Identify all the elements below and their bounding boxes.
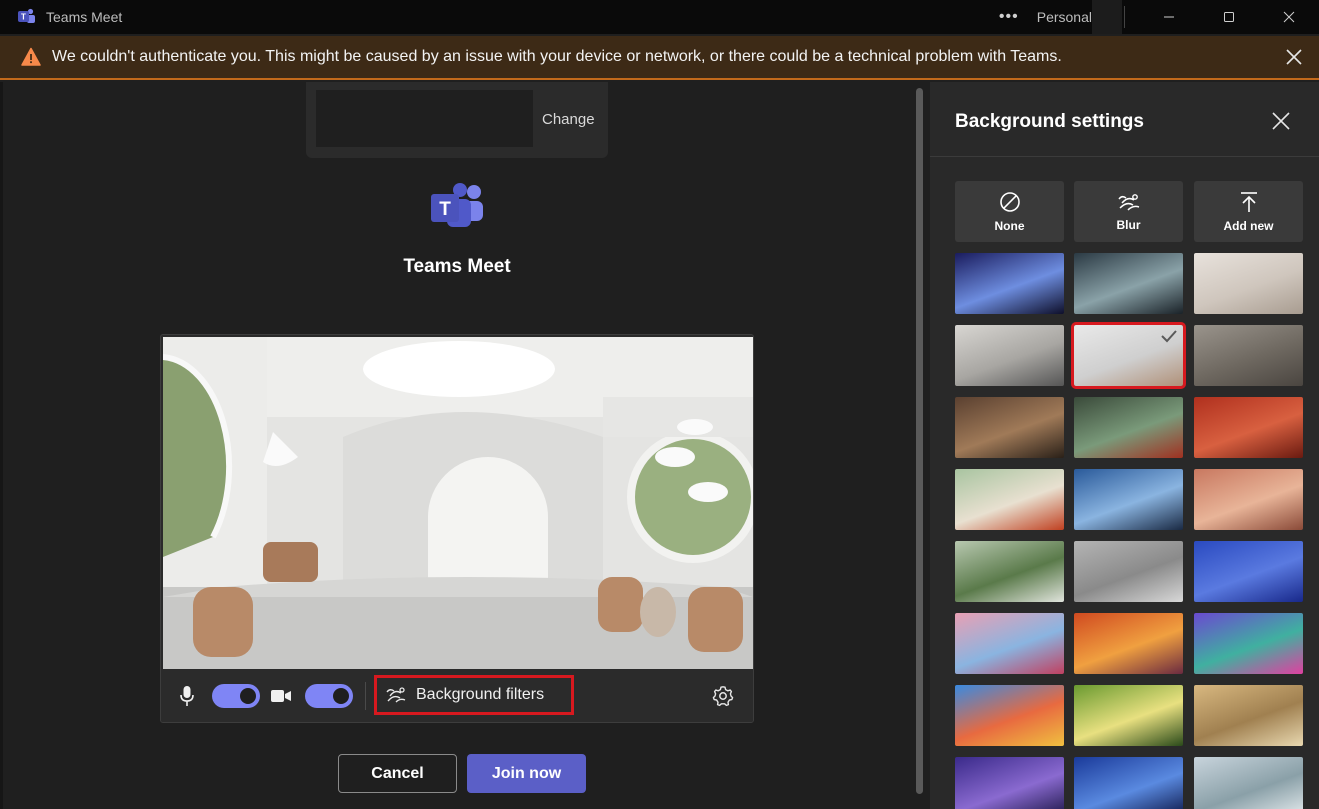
microphone-icon (180, 686, 194, 706)
minimize-button[interactable] (1139, 0, 1199, 34)
join-now-button[interactable]: Join now (467, 754, 586, 793)
upload-icon (1240, 191, 1257, 212)
option-label: Blur (1116, 217, 1141, 232)
background-preview-image (163, 337, 753, 669)
background-thumbnail-fantasy-pillars[interactable] (955, 613, 1064, 674)
none-icon (999, 191, 1020, 212)
background-thumbnail-white-arch-room[interactable] (1071, 322, 1186, 389)
background-thumbnail-golden-hills[interactable] (1194, 685, 1303, 746)
camera-toggle[interactable] (305, 684, 353, 708)
background-thumbnail-city-office[interactable] (955, 325, 1064, 386)
cancel-button[interactable]: Cancel (338, 754, 457, 793)
background-thumbnail-warm-living-room[interactable] (955, 397, 1064, 458)
background-thumbnail-blue-lounge[interactable] (1074, 469, 1183, 530)
background-settings-panel: Background settings None Blur Add new (930, 82, 1319, 809)
banner-message: We couldn't authenticate you. This might… (52, 48, 1062, 65)
close-window-button[interactable] (1259, 0, 1319, 34)
background-thumbnail-cloud-tree[interactable] (1194, 757, 1303, 809)
background-thumbnail-space-warp[interactable] (955, 253, 1064, 314)
account-info (316, 90, 533, 147)
close-icon (1286, 49, 1302, 65)
background-thumbnail-purple-sky[interactable] (955, 757, 1064, 809)
background-filters-label: Background filters (416, 686, 545, 703)
window-title: Teams Meet (46, 9, 123, 25)
blur-icon (1117, 193, 1139, 211)
title-bar-divider (1124, 6, 1125, 28)
background-thumbnail-green-arches[interactable] (955, 469, 1064, 530)
background-thumbnail-alien-landscape[interactable] (1074, 253, 1183, 314)
mic-button[interactable] (177, 684, 197, 708)
background-effects-icon (386, 687, 406, 703)
more-options-button[interactable]: ••• (999, 8, 1019, 26)
svg-text:T: T (21, 13, 26, 22)
background-option-add-new[interactable]: Add new (1194, 181, 1303, 242)
panel-close-button[interactable] (1270, 110, 1292, 132)
background-thumbnail-autumn-forest[interactable] (1074, 613, 1183, 674)
controls-divider (365, 682, 366, 710)
background-thumbnail-purple-flowers[interactable] (1194, 613, 1303, 674)
close-icon (1283, 11, 1295, 23)
title-bar: T Teams Meet ••• Personal (0, 0, 1319, 34)
background-thumbnail-blue-arch[interactable] (1194, 541, 1303, 602)
background-option-blur[interactable]: Blur (1074, 181, 1183, 242)
auth-warning-banner: We couldn't authenticate you. This might… (0, 36, 1319, 80)
background-thumbnail-coral-reef[interactable] (955, 685, 1064, 746)
mic-toggle[interactable] (212, 684, 260, 708)
scrollbar[interactable] (916, 88, 923, 794)
left-edge (0, 82, 3, 809)
device-controls: Background filters (161, 670, 753, 722)
option-label: None (994, 218, 1025, 233)
minimize-icon (1164, 16, 1174, 18)
camera-button[interactable] (269, 684, 293, 708)
background-filters-button[interactable]: Background filters (374, 675, 574, 715)
video-preview: Background filters (160, 334, 754, 723)
teams-app-icon: T (16, 7, 36, 27)
maximize-button[interactable] (1199, 0, 1259, 34)
option-label: Add new (1223, 218, 1274, 233)
maximize-icon (1224, 12, 1234, 22)
app-name: Teams Meet (403, 256, 511, 277)
background-thumbnail-green-circle[interactable] (955, 541, 1064, 602)
background-thumbnail-red-terrace[interactable] (1194, 397, 1303, 458)
svg-text:T: T (439, 199, 451, 220)
teams-logo-icon: T (431, 183, 483, 227)
background-option-none[interactable]: None (955, 181, 1064, 242)
close-icon (1272, 112, 1290, 130)
gear-icon (712, 686, 734, 707)
change-account-button[interactable]: Change (542, 111, 595, 128)
avatar[interactable] (1092, 0, 1122, 34)
banner-close-button[interactable] (1283, 46, 1305, 68)
background-thumbnail-concrete-room[interactable] (1194, 325, 1303, 386)
background-thumbnail-sunny-glade[interactable] (1074, 685, 1183, 746)
camera-icon (271, 690, 291, 702)
panel-title: Background settings (955, 111, 1144, 132)
background-thumbnail-glass-pavilion[interactable] (1074, 397, 1183, 458)
checkmark-icon (1161, 330, 1177, 343)
background-thumbnail-star-sky[interactable] (1074, 757, 1183, 809)
background-thumbnail-desert-arch[interactable] (1194, 469, 1303, 530)
warning-icon (21, 47, 41, 66)
account-label[interactable]: Personal (1037, 9, 1092, 25)
background-thumbnail-white-loft[interactable] (1194, 253, 1303, 314)
background-thumbnail-grey-arch[interactable] (1074, 541, 1183, 602)
device-settings-button[interactable] (711, 684, 735, 708)
account-card: Change (306, 82, 608, 158)
panel-divider (930, 156, 1319, 157)
